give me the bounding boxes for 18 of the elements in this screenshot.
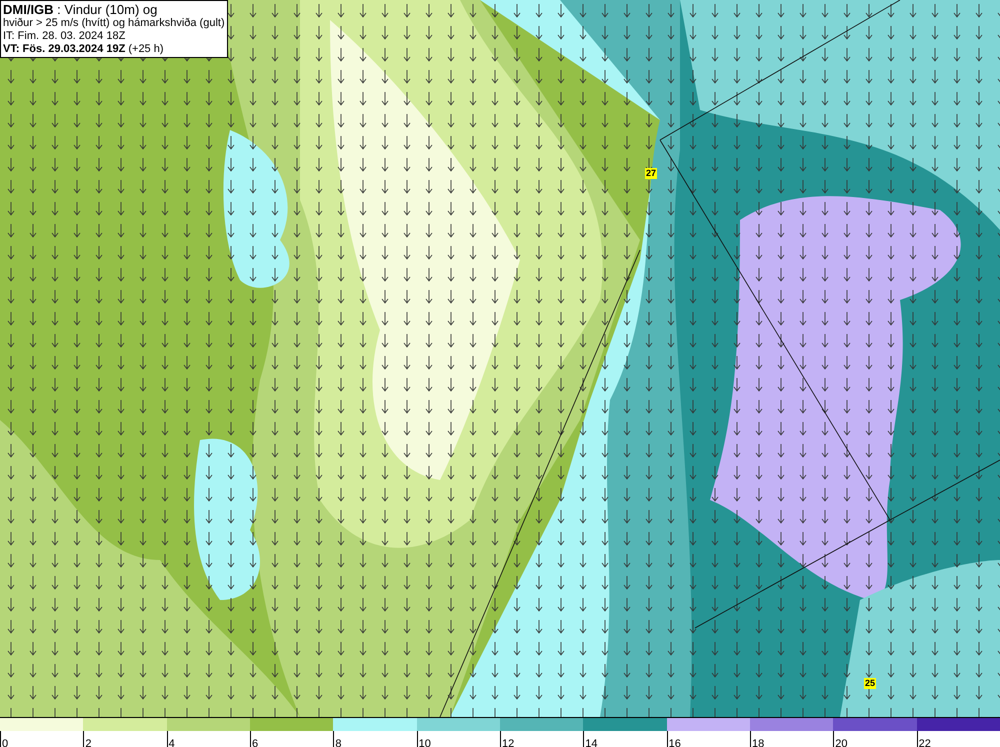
title-line: VT: Fös. 29.03.2024 19Z (+25 h)	[3, 43, 165, 56]
legend-tick-label: 14	[585, 738, 598, 747]
legend-tick-label: 22	[918, 738, 931, 747]
legend-tick-label: 4	[168, 738, 175, 747]
legend-tick-label: 8	[335, 738, 342, 747]
title-line: hviður > 25 m/s (hvítt) og hámarkshviða (gult)	[3, 17, 225, 30]
legend-tick-label: 12	[502, 738, 514, 747]
max-gust-label: 25	[864, 678, 876, 689]
title-line: IT: Fim. 28. 03. 2024 18Z	[3, 30, 126, 43]
legend-tick-label: 20	[835, 738, 848, 747]
legend-tick-label: 10	[418, 738, 431, 747]
legend-tick-label: 0	[2, 738, 8, 747]
legend-tick-label: 16	[668, 738, 681, 747]
legend-tick-label: 2	[85, 738, 92, 747]
max-gust-label: 27	[645, 168, 658, 179]
legend-tick-label: 6	[252, 738, 258, 747]
title-line: DMI/IGB : Vindur (10m) og	[3, 2, 158, 17]
legend-tick-label: 18	[752, 738, 764, 747]
